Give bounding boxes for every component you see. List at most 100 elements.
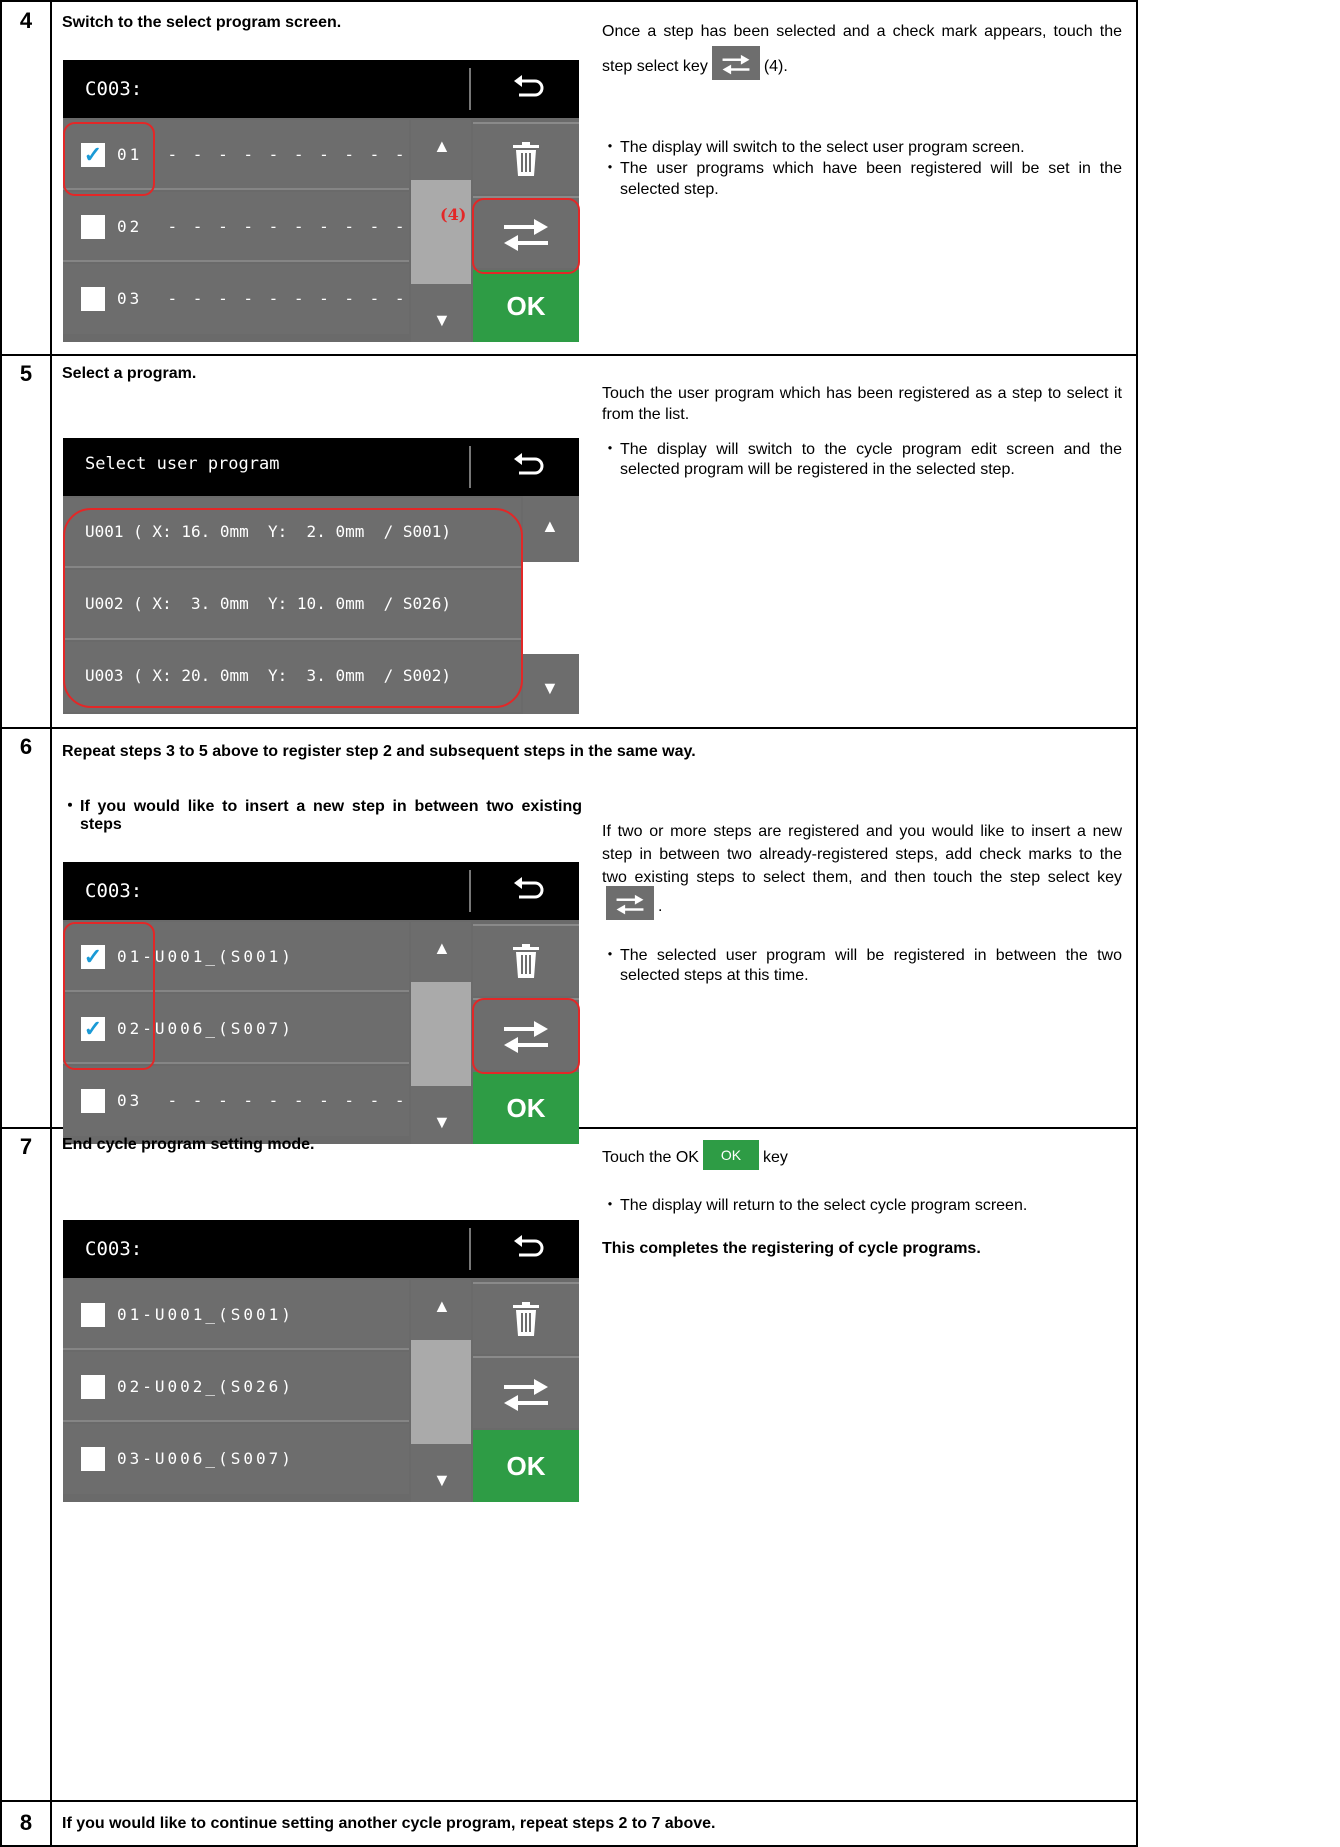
bullet-list: The display will switch to the select us…: [602, 138, 1122, 200]
screen-title: C003:: [85, 78, 143, 100]
screen-header: Select user program: [63, 438, 579, 496]
back-arrow-icon[interactable]: [511, 74, 547, 104]
checkbox[interactable]: [81, 1375, 105, 1399]
swap-arrows-icon: [504, 1379, 548, 1416]
delete-button[interactable]: [473, 1282, 579, 1354]
scroll-thumb[interactable]: [411, 982, 471, 1086]
step-description: Touch the OKOKkey The display will retur…: [602, 1139, 1122, 1274]
description-text: (4).: [763, 58, 788, 76]
trash-icon: [513, 1302, 539, 1340]
back-arrow-icon[interactable]: [511, 452, 547, 487]
bullet-item: The display will switch to the select us…: [602, 138, 1122, 159]
cycle-program-screen: C003: 01-U001_(S001) 02-U002_(S026) 03-U…: [63, 1220, 579, 1502]
highlight-box: [63, 122, 155, 196]
trash-icon: [513, 944, 539, 982]
description-text: Once a step has been selected and a chec…: [602, 23, 1122, 76]
bullet-mark: ・: [62, 798, 79, 815]
table-border-top: [0, 0, 1138, 2]
checkbox[interactable]: [81, 1089, 105, 1113]
scroll-thumb[interactable]: [523, 562, 579, 654]
step-title: Repeat steps 3 to 5 above to register st…: [62, 743, 696, 760]
description-text: If two or more steps are registered and …: [602, 823, 1122, 887]
step-description: If two or more steps are registered and …: [602, 820, 1122, 997]
delete-button[interactable]: [473, 122, 579, 194]
trash-icon: [513, 142, 539, 180]
triangle-up-icon[interactable]: ▲: [433, 1296, 451, 1317]
triangle-up-icon[interactable]: ▲: [433, 938, 451, 959]
back-arrow-icon[interactable]: [511, 876, 547, 906]
list-item[interactable]: 02 - - - - - - - - - - -: [63, 192, 430, 262]
step-description: Once a step has been selected and a chec…: [602, 14, 1122, 211]
header-separator: [469, 1228, 471, 1270]
bullet-list: The display will return to the select cy…: [602, 1196, 1122, 1217]
step-title: If you would like to continue setting an…: [62, 1815, 716, 1832]
list-item[interactable]: 03 - - - - - - - - - - -: [63, 264, 430, 334]
header-separator: [469, 870, 471, 912]
header-separator: [469, 446, 471, 488]
triangle-down-icon[interactable]: ▼: [433, 1470, 451, 1491]
step-label: 01 - - - - - - - - - - -: [117, 145, 433, 164]
triangle-up-icon[interactable]: ▲: [433, 136, 451, 157]
table-border-right: [1136, 0, 1138, 1847]
step-number: 5: [19, 361, 33, 386]
back-arrow-icon[interactable]: [511, 1234, 547, 1264]
step-description: Touch the user program which has been re…: [602, 384, 1122, 491]
checkbox[interactable]: [81, 1303, 105, 1327]
scrollbar[interactable]: ▲ ▼: [411, 120, 471, 342]
screen-header: C003:: [63, 1220, 579, 1278]
bullet-item: The display will switch to the cycle pro…: [602, 440, 1122, 482]
triangle-up-icon[interactable]: ▲: [541, 516, 559, 537]
description-text: Touch the OK: [602, 1149, 699, 1166]
ok-button[interactable]: OK: [473, 270, 579, 342]
screen-header: C003:: [63, 862, 579, 920]
row-divider: [0, 354, 1138, 356]
highlight-box: [63, 508, 523, 708]
bullet-list: The selected user program will be regist…: [602, 946, 1122, 988]
scroll-thumb[interactable]: [411, 180, 471, 284]
callout-label: (4): [440, 205, 467, 224]
ok-button[interactable]: OK: [473, 1430, 579, 1502]
step-label: 02 - - - - - - - - - - -: [117, 217, 433, 236]
list-item[interactable]: 03-U006_(S007): [63, 1424, 409, 1494]
triangle-down-icon[interactable]: ▼: [433, 310, 451, 331]
triangle-down-icon[interactable]: ▼: [433, 1112, 451, 1133]
step-label: 03-U006_(S007): [117, 1449, 294, 1468]
header-separator: [469, 68, 471, 110]
bullet-item: The user programs which have been regist…: [602, 159, 1122, 201]
list-item[interactable]: 01-U001_(S001): [63, 1280, 409, 1350]
highlight-box: [472, 198, 580, 274]
description-text: Touch the user program which has been re…: [602, 385, 1122, 423]
scrollbar[interactable]: ▲ ▼: [523, 496, 579, 714]
scrollbar[interactable]: ▲ ▼: [411, 922, 471, 1144]
row-divider: [0, 727, 1138, 729]
step-title: Switch to the select program screen.: [62, 14, 342, 31]
step-number: 6: [19, 734, 33, 759]
checkbox[interactable]: [81, 215, 105, 239]
triangle-down-icon[interactable]: ▼: [541, 678, 559, 699]
list-item[interactable]: 03 - - - - - - - - - - -: [63, 1066, 430, 1136]
bullet-item: The selected user program will be regist…: [602, 946, 1122, 988]
checkbox[interactable]: [81, 1447, 105, 1471]
step-title: Select a program.: [62, 365, 197, 382]
list-item[interactable]: 02-U002_(S026): [63, 1352, 409, 1422]
scrollbar[interactable]: ▲ ▼: [411, 1280, 471, 1502]
highlight-box: [472, 998, 580, 1074]
delete-button[interactable]: [473, 924, 579, 996]
step-select-button[interactable]: [473, 1356, 579, 1428]
step-number: 7: [19, 1134, 33, 1159]
row-divider: [0, 1800, 1138, 1802]
subtitle-text: If you would like to insert a new step i…: [80, 798, 582, 834]
ok-button[interactable]: OK: [473, 1072, 579, 1144]
checkbox[interactable]: [81, 287, 105, 311]
step-label: 03 - - - - - - - - - - -: [117, 1091, 433, 1110]
screen-header: C003:: [63, 60, 579, 118]
ok-key-icon: OK: [702, 1139, 759, 1170]
scroll-thumb[interactable]: [411, 1340, 471, 1444]
swap-arrows-icon: [606, 885, 654, 920]
number-column-divider: [50, 0, 52, 1847]
step-number: 8: [19, 1810, 33, 1835]
screen-title: C003:: [85, 1238, 143, 1260]
step-subtitle: ・ If you would like to insert a new step …: [62, 798, 582, 835]
highlight-box: [63, 922, 155, 1070]
step-number: 4: [19, 8, 33, 33]
